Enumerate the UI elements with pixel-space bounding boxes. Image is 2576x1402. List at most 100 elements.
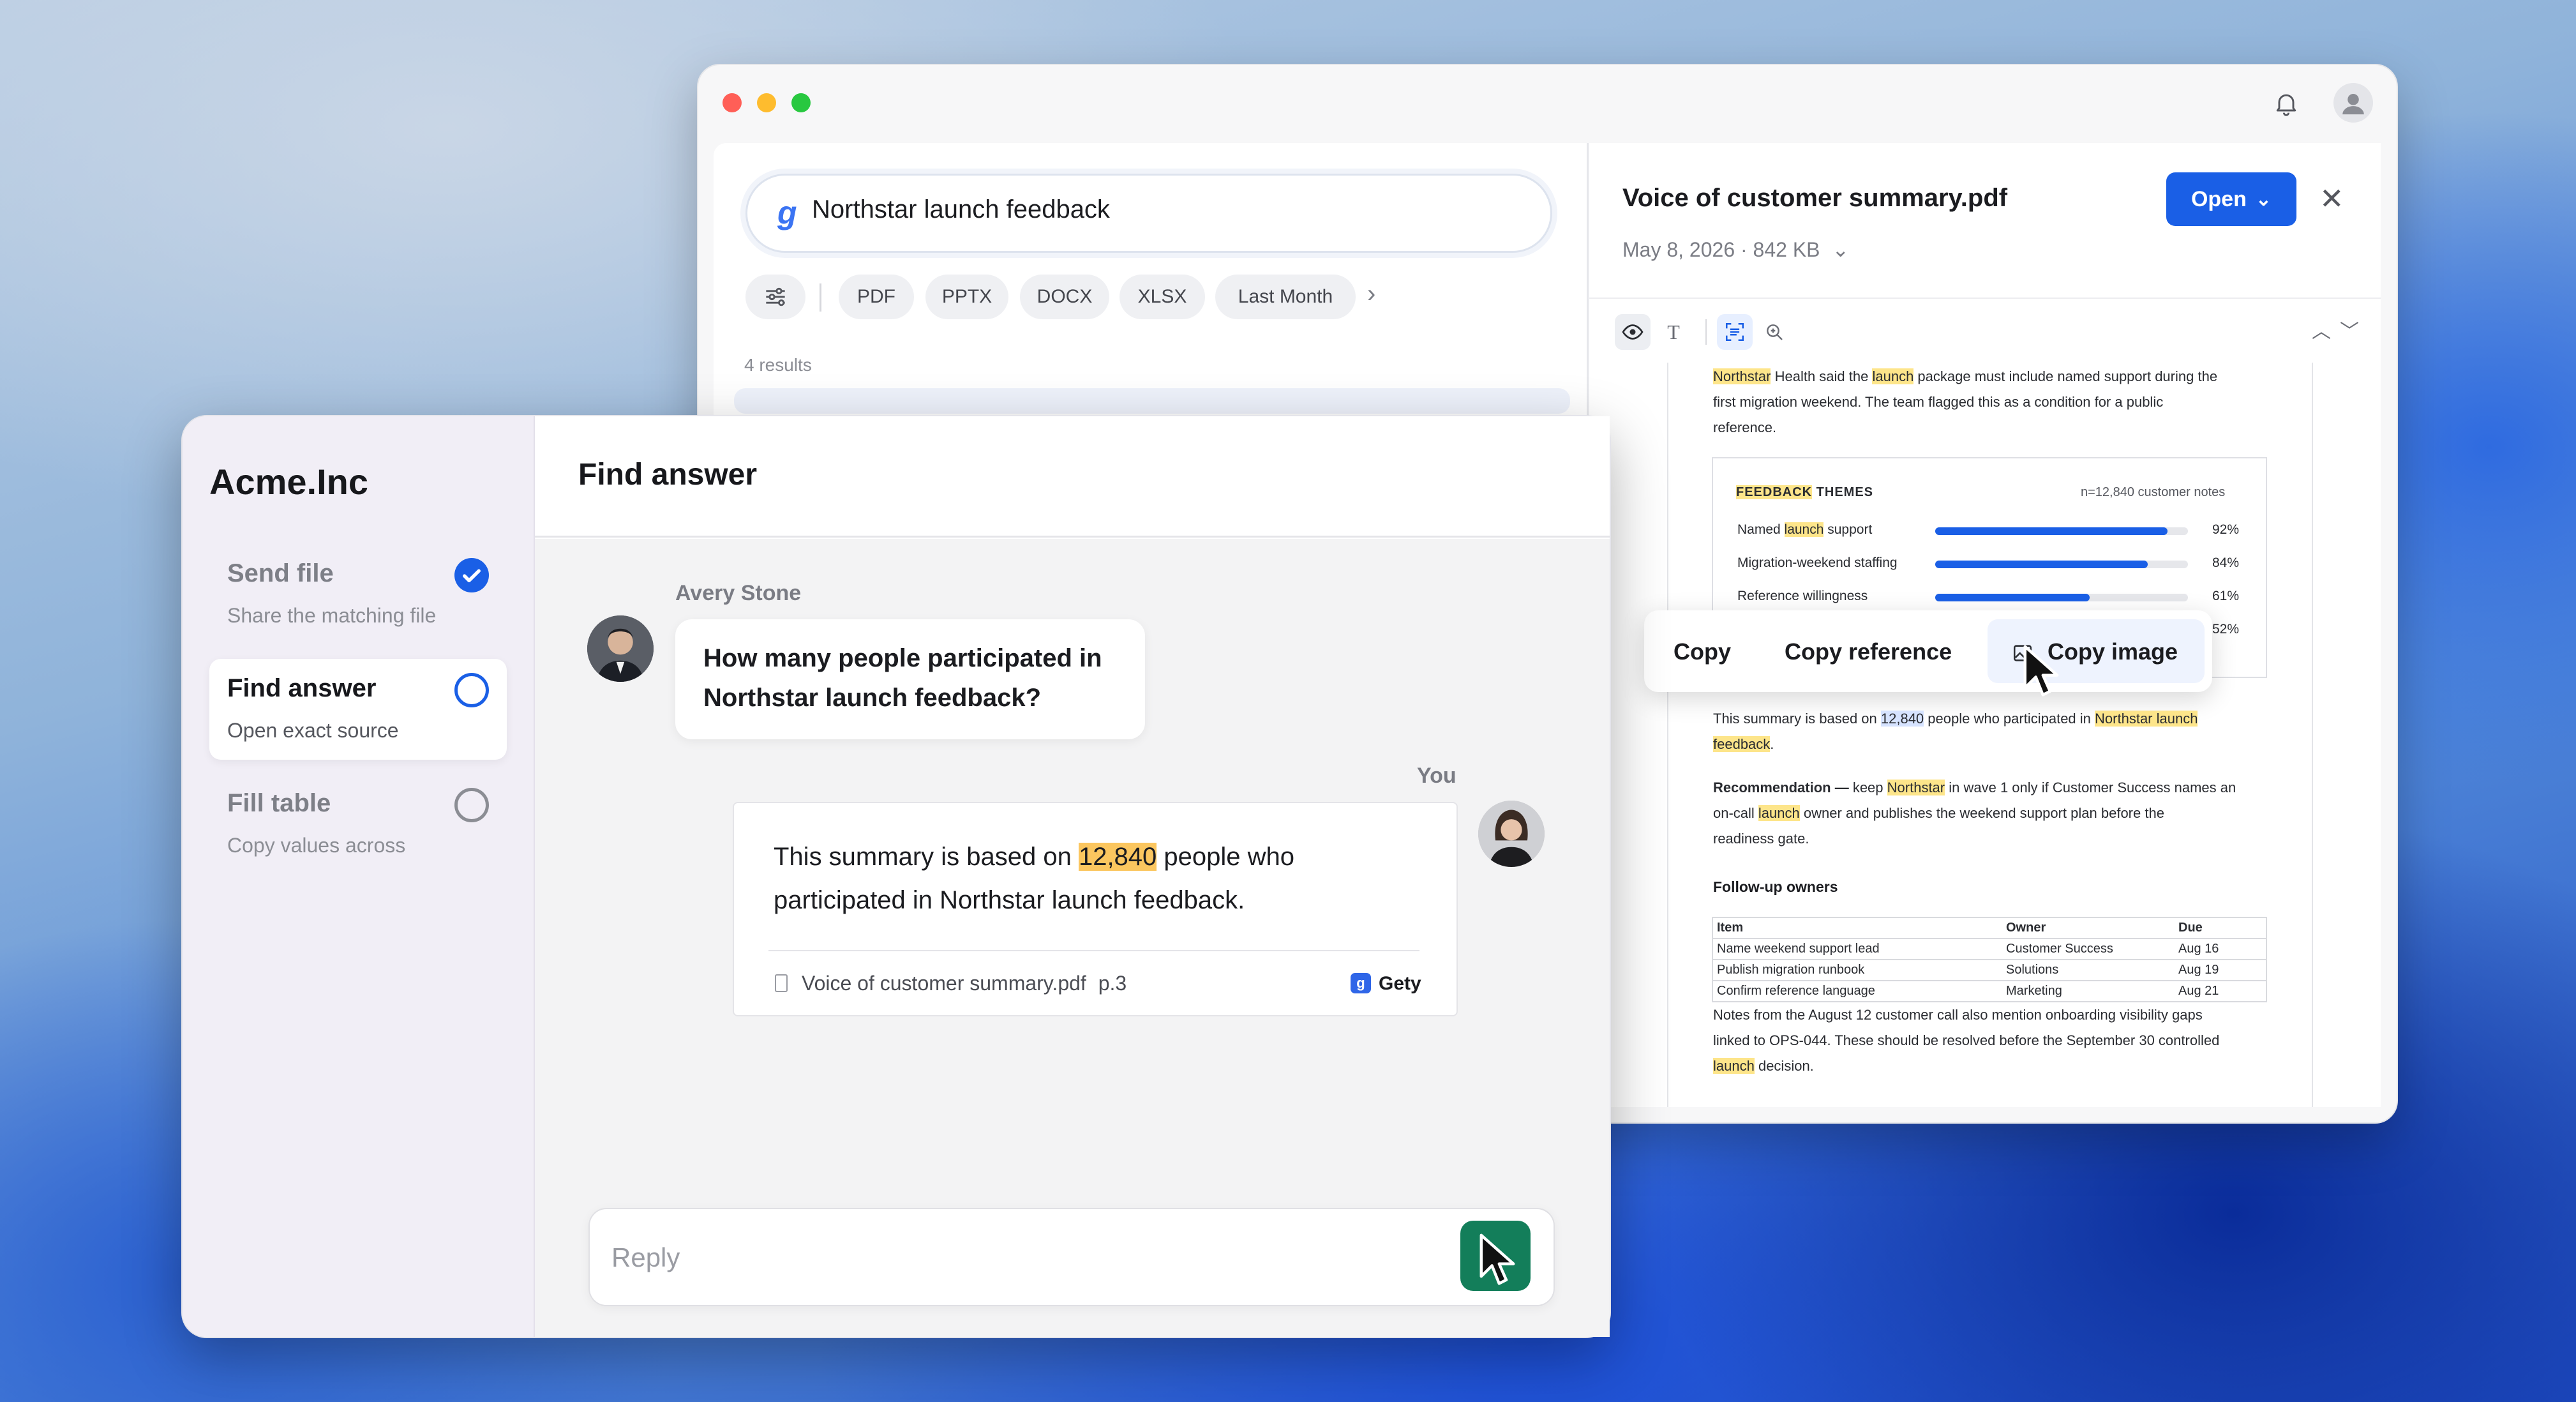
minimize-window-button[interactable] <box>757 93 776 112</box>
answer-highlight: 12,840 <box>1078 843 1157 871</box>
highlight-term: feedback <box>1713 736 1771 752</box>
theme-percent: 92% <box>2212 522 2240 537</box>
select-region-icon[interactable] <box>1717 314 1753 350</box>
text: Named <box>1737 522 1785 537</box>
table-cell: Solutions <box>2002 960 2175 981</box>
text: This summary is based on <box>774 843 1079 871</box>
theme-bar-fill <box>1935 594 2090 601</box>
context-copy-reference[interactable]: Copy reference <box>1785 638 1952 665</box>
gety-logo-icon: g <box>777 195 797 230</box>
text-mode-icon[interactable]: T <box>1656 314 1691 350</box>
filter-chip-xlsx[interactable]: XLSX <box>1120 275 1205 319</box>
owners-table: Item Owner Due Name weekend support lead… <box>1712 917 2267 1002</box>
mouse-cursor-icon <box>1479 1233 1515 1285</box>
doc-intro-line1: Northstar Health said the launch package… <box>1713 364 2217 389</box>
open-button[interactable]: Open ⌄ <box>2166 172 2296 226</box>
context-copy[interactable]: Copy <box>1674 638 1731 665</box>
doc-recommendation-line3: readiness gate. <box>1713 831 1809 847</box>
highlight-term: Northstar <box>1887 780 1945 795</box>
highlight-term: FEEDBACK <box>1736 485 1813 499</box>
table-cell: Marketing <box>2002 981 2175 1002</box>
highlight-term: launch <box>1784 522 1824 537</box>
chevron-up-icon[interactable]: ︿ <box>2312 321 2340 342</box>
table-cell: Aug 16 <box>2175 938 2266 960</box>
step-fill-table-title[interactable]: Fill table <box>227 789 331 818</box>
filter-chip-pdf[interactable]: PDF <box>839 275 914 319</box>
maximize-window-button[interactable] <box>791 93 811 112</box>
highlight-term: launch <box>1713 1058 1755 1074</box>
step-find-answer-subtitle: Open exact source <box>227 719 399 742</box>
avery-avatar <box>587 615 654 682</box>
text: owner and publishes the weekend support … <box>1799 805 2164 821</box>
checkmark-icon <box>454 558 489 592</box>
step-send-file-title[interactable]: Send file <box>227 559 334 588</box>
page-nav-arrows[interactable]: ︿﹀ <box>2312 315 2368 343</box>
filter-chip-last-month[interactable]: Last Month <box>1215 275 1356 319</box>
step-find-answer-title[interactable]: Find answer <box>227 674 376 703</box>
theme-bar-fill <box>1935 561 2148 568</box>
document-meta-text: May 8, 2026 · 842 KB <box>1622 238 1820 261</box>
text: THEMES <box>1812 485 1874 499</box>
column-header: Owner <box>2002 917 2175 939</box>
brand-title: Acme.Inc <box>209 462 368 502</box>
filter-settings-button[interactable] <box>745 275 805 319</box>
highlight-term: launch <box>1872 368 1914 384</box>
search-query: Northstar launch feedback <box>812 195 1110 223</box>
table-cell: Customer Success <box>2002 938 2175 960</box>
profile-avatar[interactable] <box>2333 83 2373 123</box>
highlight-number: 12,840 <box>1880 711 1924 727</box>
answer-text: This summary is based on 12,840 people w… <box>774 835 1425 922</box>
document-meta[interactable]: May 8, 2026 · 842 KB ⌄ <box>1622 237 1849 262</box>
reply-placeholder: Reply <box>611 1242 680 1272</box>
filter-chip-pptx[interactable]: PPTX <box>925 275 1008 319</box>
result-item[interactable] <box>734 388 1570 414</box>
bell-icon[interactable] <box>2272 89 2300 117</box>
pdf-file-icon <box>775 974 788 992</box>
table-cell: Confirm reference language <box>1712 981 2002 1002</box>
steps-sidebar <box>183 416 535 1337</box>
theme-label: Named launch support <box>1737 522 1872 538</box>
text: Reference willingness <box>1737 589 1868 603</box>
close-icon[interactable]: ✕ <box>2319 181 2344 216</box>
theme-percent: 52% <box>2212 622 2240 637</box>
doc-recommendation-line2: on-call launch owner and publishes the w… <box>1713 801 2164 826</box>
mouse-cursor-icon <box>2023 645 2059 697</box>
highlight-term: launch <box>1758 805 1800 821</box>
theme-bar-track <box>1935 561 2188 568</box>
sliders-icon <box>766 287 785 306</box>
main-title: Find answer <box>578 458 758 492</box>
theme-bar-fill <box>1935 527 2168 535</box>
chevron-down-icon[interactable]: ﹀ <box>2340 321 2368 342</box>
chevron-down-icon: ⌄ <box>2255 188 2272 210</box>
gety-logo-icon: g <box>1351 973 1371 993</box>
table-cell: Publish migration runbook <box>1712 960 2002 981</box>
theme-label: Reference willingness <box>1737 589 1868 604</box>
source-reference[interactable]: Voice of customer summary.pdf p.3 <box>802 972 1127 995</box>
text: Health said the <box>1771 368 1873 384</box>
results-count: 4 results <box>744 355 812 375</box>
highlight-term: Northstar <box>1713 368 1771 384</box>
doc-notes-line1: Notes from the August 12 customer call a… <box>1713 1007 2203 1023</box>
themes-title: FEEDBACK THEMES <box>1736 485 1873 500</box>
preview-eye-icon[interactable] <box>1615 314 1651 350</box>
source-file-name: Voice of customer summary.pdf <box>802 972 1086 995</box>
zoom-in-icon[interactable] <box>1756 314 1792 350</box>
context-copy-image[interactable]: Copy image <box>2048 638 2178 665</box>
filter-chip-docx[interactable]: DOCX <box>1020 275 1109 319</box>
user-avatar <box>1478 801 1545 867</box>
step-fill-table-subtitle: Copy values across <box>227 834 406 857</box>
close-window-button[interactable] <box>723 93 742 112</box>
table-cell: Aug 19 <box>2175 960 2266 981</box>
source-app[interactable]: Gety <box>1379 973 1421 995</box>
table-row: Name weekend support lead Customer Succe… <box>1712 938 2266 960</box>
toolbar-sep <box>1705 319 1707 345</box>
doc-intro-line3: reference. <box>1713 419 1777 435</box>
chevron-right-icon[interactable]: › <box>1367 280 1375 308</box>
theme-percent: 61% <box>2212 589 2240 603</box>
text: keep <box>1848 780 1887 795</box>
chevron-down-icon: ⌄ <box>1832 238 1850 261</box>
reply-input[interactable] <box>588 1208 1555 1306</box>
sender-name: Avery Stone <box>675 581 802 605</box>
text: . <box>1770 736 1774 752</box>
doc-intro-line2: first migration weekend. The team flagge… <box>1713 394 2164 410</box>
